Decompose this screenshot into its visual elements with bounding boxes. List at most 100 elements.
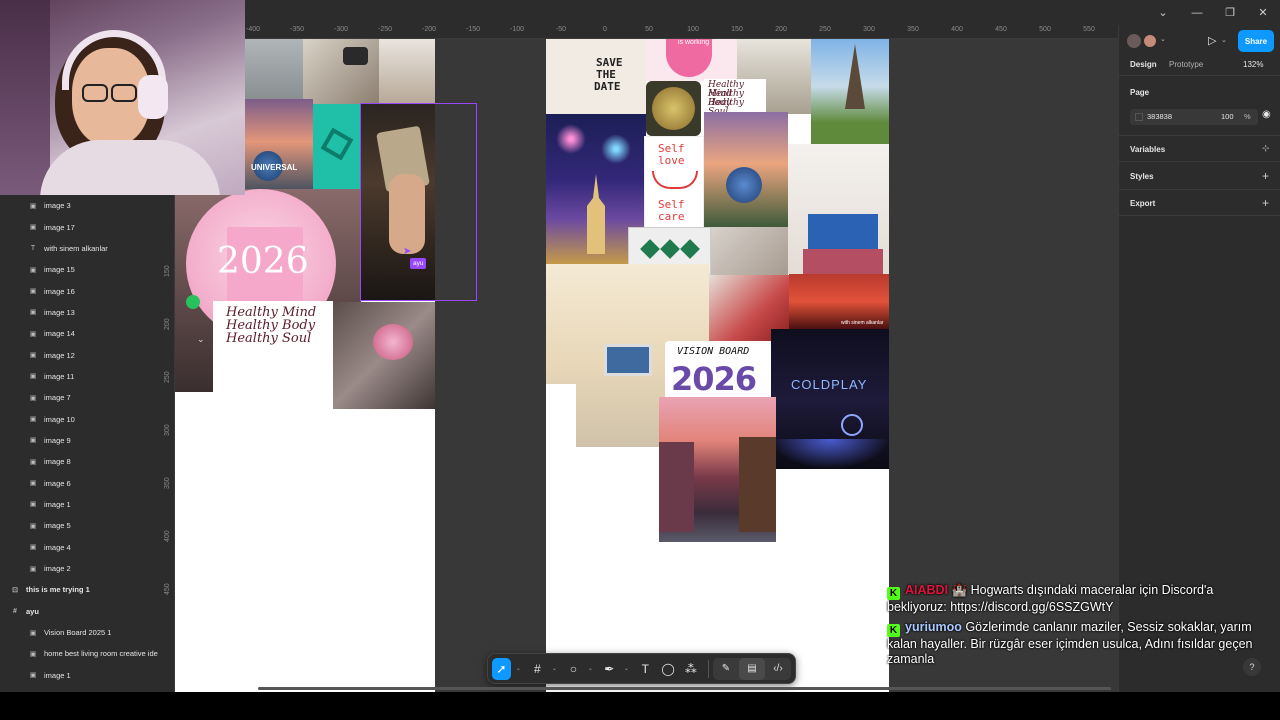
pen-tool-icon[interactable]: ✒: [600, 658, 619, 680]
actions-tool-icon[interactable]: ⁂: [681, 658, 700, 680]
eiffel-image[interactable]: [811, 39, 889, 144]
ruler-tick: -300: [333, 26, 349, 33]
design-mode-icon[interactable]: ▤: [738, 657, 765, 680]
tab-prototype[interactable]: Prototype: [1169, 60, 1203, 69]
heart-image[interactable]: is working: [646, 39, 737, 81]
ruler-tick: -250: [377, 26, 393, 33]
text-tool-icon[interactable]: T: [636, 658, 655, 680]
frame-ayu[interactable]: SAVE THE DATE is working Healthy Mind He…: [546, 39, 889, 692]
layer-item[interactable]: ▣ image 14: [0, 323, 161, 344]
layer-item[interactable]: ▣ image 7: [0, 387, 161, 408]
comment-tool-icon[interactable]: ◯: [659, 658, 678, 680]
color-swatch: [1135, 113, 1143, 121]
layer-item[interactable]: ▣ image 15: [0, 259, 161, 280]
play-icon[interactable]: ▷: [1208, 34, 1216, 47]
layer-item[interactable]: ▣ image 16: [0, 280, 161, 301]
coldplay-text: COLDPLAY: [791, 377, 868, 392]
save-the-date-image[interactable]: SAVE THE DATE: [546, 39, 646, 114]
share-button[interactable]: Share: [1238, 30, 1274, 52]
universal-image-2[interactable]: [704, 112, 788, 227]
layer-item[interactable]: ▣ image 13: [0, 302, 161, 323]
layer-item[interactable]: ▣ image 17: [0, 216, 161, 237]
image-layer-icon: ▣: [29, 544, 37, 552]
styles-section[interactable]: Styles: [1130, 172, 1154, 181]
tab-design[interactable]: Design: [1130, 60, 1157, 69]
image-17[interactable]: [303, 39, 379, 104]
image-13[interactable]: [313, 104, 361, 194]
layer-item[interactable]: ▣ image 4: [0, 537, 161, 558]
ruler-tick: 450: [164, 583, 171, 595]
ruler-tick: 150: [164, 265, 171, 277]
layer-item[interactable]: ▣ image 8: [0, 451, 161, 472]
zoom-level[interactable]: 132%: [1243, 60, 1263, 69]
layer-label: this is me trying 1: [26, 585, 90, 595]
avatar[interactable]: [1143, 34, 1157, 48]
layer-item[interactable]: ▣ image 6: [0, 472, 161, 493]
layer-item[interactable]: ▣ Vision Board 2025 1: [0, 622, 161, 643]
layer-item[interactable]: ⊡ this is me trying 1: [0, 579, 161, 600]
layer-item[interactable]: ▣ image 2: [0, 558, 161, 579]
layer-label: image 12: [44, 350, 75, 360]
ruler-tick: -350: [289, 26, 305, 33]
image-11[interactable]: Healthy Mind Healthy Body Healthy Soul: [213, 301, 333, 392]
image-3[interactable]: [245, 39, 303, 99]
avatar[interactable]: [1127, 34, 1141, 48]
variables-section[interactable]: Variables: [1130, 145, 1165, 154]
layer-item[interactable]: ▣ image 1: [0, 665, 161, 686]
bedroom-image[interactable]: [788, 144, 889, 274]
layer-item[interactable]: ▣ home best living room creative ide: [0, 643, 161, 664]
layer-label: image 3: [44, 201, 71, 211]
image-layer-icon: ▣: [29, 565, 37, 573]
close-icon[interactable]: ✕: [1246, 0, 1280, 25]
chevron-down-icon[interactable]: ⌄: [515, 658, 522, 680]
image-7[interactable]: [333, 302, 435, 409]
kick-icon: K: [887, 623, 900, 637]
layer-item[interactable]: ▣ image 10: [0, 408, 161, 429]
self-love-image[interactable]: Self love Self care: [644, 136, 704, 228]
layer-item[interactable]: ▣ image 12: [0, 344, 161, 365]
self-text-2: Self: [658, 198, 685, 211]
street-image[interactable]: [659, 397, 776, 542]
layer-item[interactable]: ▣ image 9: [0, 430, 161, 451]
eye-icon[interactable]: ◉: [1262, 109, 1271, 120]
layer-item[interactable]: ▣ image 5: [0, 515, 161, 536]
food-image[interactable]: [646, 81, 701, 136]
page-color-field[interactable]: 383838 100 %: [1130, 109, 1258, 125]
horizontal-scrollbar[interactable]: [258, 687, 1111, 690]
layer-item[interactable]: ▣ image 11: [0, 366, 161, 387]
image-15[interactable]: [379, 39, 435, 104]
healthy-soul-2: Healthy Soul: [708, 98, 744, 113]
universal-text: UNIVERSAL: [251, 163, 298, 172]
ruler-tick: 550: [1083, 26, 1095, 33]
cursor-icon: ➤: [403, 246, 412, 257]
chevron-down-icon[interactable]: ⌄: [623, 658, 630, 680]
frame-tool-icon[interactable]: #: [528, 658, 547, 680]
move-tool-icon[interactable]: ➚: [492, 657, 511, 680]
healthy-card[interactable]: Healthy Mind Healthy Body Healthy Soul: [704, 79, 766, 112]
export-section[interactable]: Export: [1130, 199, 1155, 208]
ruler-vertical: 150 200 250 300 350 400 450: [161, 195, 175, 692]
add-export-icon[interactable]: +: [1262, 196, 1269, 210]
minimize-icon[interactable]: —: [1180, 0, 1214, 25]
ruler-tick: 400: [164, 530, 171, 542]
chevron-down-icon[interactable]: ⌄: [551, 658, 558, 680]
layer-item[interactable]: ▣ image 1: [0, 494, 161, 515]
shelf-image[interactable]: [711, 227, 788, 275]
image-layer-icon: ▣: [29, 266, 37, 274]
shape-tool-icon[interactable]: ○: [564, 658, 583, 680]
restore-icon[interactable]: ❐: [1213, 0, 1247, 25]
layer-item[interactable]: # ayu: [0, 601, 161, 622]
image-16[interactable]: UNIVERSAL: [245, 99, 313, 194]
chevron-down-icon[interactable]: ⌄: [1221, 36, 1227, 44]
chevron-down-icon[interactable]: ⌄: [1160, 35, 1166, 43]
dev-mode-icon[interactable]: ‹/›: [765, 658, 791, 680]
coldplay-image[interactable]: COLDPLAY: [771, 329, 889, 469]
variables-icon[interactable]: ⊹: [1262, 143, 1270, 154]
layer-item[interactable]: ▣ image 3: [0, 195, 161, 216]
chevron-down-icon[interactable]: ⌄: [587, 658, 594, 680]
chevron-down-icon[interactable]: ⌄: [1146, 0, 1180, 25]
concert-image[interactable]: with sinem alkanlar: [789, 274, 889, 329]
layer-item[interactable]: Twith sinem alkanlar: [0, 238, 161, 259]
add-style-icon[interactable]: +: [1262, 169, 1269, 183]
draw-mode-icon[interactable]: ✎: [713, 658, 739, 680]
